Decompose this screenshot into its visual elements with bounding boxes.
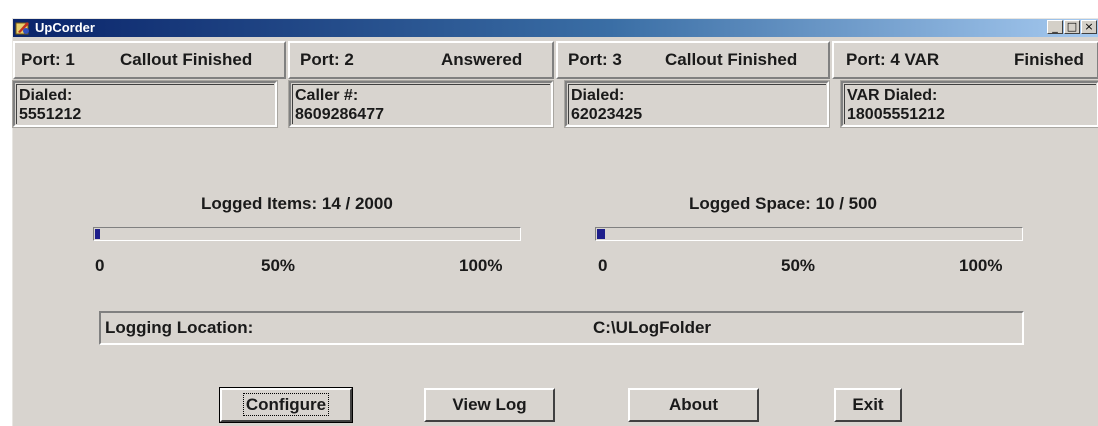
logged-space-scale-min: 0	[598, 256, 608, 275]
port-1-info-label: Dialed:	[19, 87, 73, 104]
logged-space-progress-bar	[595, 227, 1023, 241]
minimize-icon[interactable]: _	[1047, 20, 1063, 34]
logging-location-label: Logging Location:	[105, 318, 254, 337]
logged-items-scale-mid: 50%	[261, 256, 296, 275]
port-4-info-label: VAR Dialed:	[847, 87, 938, 104]
port-4-info-box: VAR Dialed: 18005551212	[840, 80, 1098, 128]
port-2-info-box: Caller #: 8609286477	[288, 80, 554, 128]
port-4-status-panel: Port: 4 VAR Finished	[832, 41, 1098, 79]
maximize-icon[interactable]: □	[1064, 20, 1080, 34]
port-1-info-value: 5551212	[19, 106, 82, 123]
port-2-label: Port: 2	[300, 50, 354, 69]
logged-items-label: Logged Items: 14 / 2000	[201, 194, 393, 213]
exit-button[interactable]: Exit	[834, 388, 902, 422]
port-2-status: Answered	[441, 50, 523, 69]
logged-space-scale-mid: 50%	[781, 256, 816, 275]
logged-items-scale-max: 100%	[459, 256, 503, 275]
logged-items-progress-bar	[93, 227, 521, 241]
logging-location-box: Logging Location: C:\ULogFolder	[99, 311, 1024, 345]
logged-space-scale-max: 100%	[959, 256, 1003, 275]
logging-location-value: C:\ULogFolder	[593, 318, 712, 337]
port-3-info-value: 62023425	[571, 106, 643, 123]
configure-button-label: Configure	[242, 393, 330, 416]
port-3-status: Callout Finished	[665, 50, 798, 69]
port-1-info-box: Dialed: 5551212	[12, 80, 278, 128]
upcorder-window: UpCorder _ □ × Port: 1 Callout Finished …	[12, 18, 1098, 426]
port-3-label: Port: 3	[568, 50, 622, 69]
port-4-label: Port: 4 VAR	[846, 50, 940, 69]
port-3-info-label: Dialed:	[571, 87, 625, 104]
about-button[interactable]: About	[628, 388, 759, 422]
logged-items-scale-min: 0	[95, 256, 105, 275]
title-bar[interactable]: UpCorder _ □ ×	[13, 19, 1098, 37]
close-icon[interactable]: ×	[1081, 20, 1097, 34]
port-3-info-box: Dialed: 62023425	[564, 80, 830, 128]
port-1-label: Port: 1	[21, 50, 75, 69]
logged-space-label: Logged Space: 10 / 500	[689, 194, 878, 213]
logged-space-progress-fill	[597, 229, 605, 239]
logged-items-progress-fill	[95, 229, 100, 239]
port-2-status-panel: Port: 2 Answered	[288, 41, 554, 79]
configure-button[interactable]: Configure	[219, 387, 353, 423]
port-1-status: Callout Finished	[120, 50, 253, 69]
view-log-button[interactable]: View Log	[424, 388, 555, 422]
port-3-status-panel: Port: 3 Callout Finished	[556, 41, 830, 79]
port-1-status-panel: Port: 1 Callout Finished	[13, 41, 286, 79]
port-4-status: Finished	[1014, 50, 1084, 69]
app-icon	[15, 22, 29, 35]
port-2-info-label: Caller #:	[295, 87, 359, 104]
port-2-info-value: 8609286477	[295, 106, 384, 123]
window-title: UpCorder	[35, 20, 95, 35]
port-4-info-value: 18005551212	[847, 106, 945, 123]
